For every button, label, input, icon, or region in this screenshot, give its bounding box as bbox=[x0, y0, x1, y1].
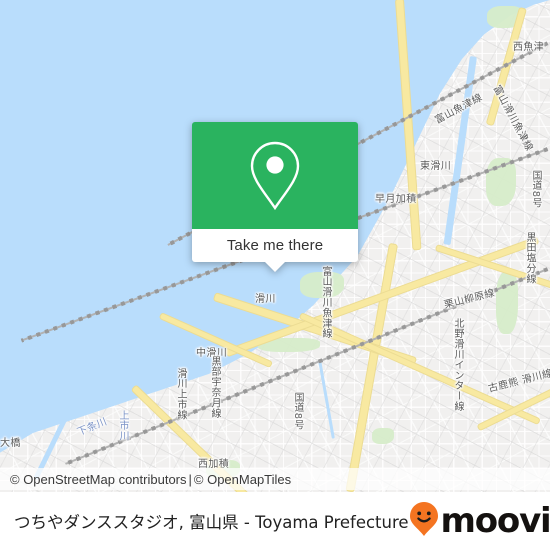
map-label: 早月加積 bbox=[375, 194, 417, 205]
map-page: 西魚津 富山魚津線 富山滑川魚津線 東滑川 早月加積 国道8号 黒田塩分線 栗山柳原線 北野滑川… bbox=[0, 0, 550, 550]
map-label: 滑川上市線 bbox=[175, 368, 186, 420]
map-label: 黒部宇奈月線 bbox=[209, 356, 220, 419]
page-footer: つちやダンススタジオ, 富山県 - Toyama Prefecture moov… bbox=[0, 492, 550, 550]
map-label: 黒田塩分線 bbox=[524, 232, 535, 284]
map-canvas[interactable]: 西魚津 富山魚津線 富山滑川魚津線 東滑川 早月加積 国道8号 黒田塩分線 栗山柳原線 北野滑川… bbox=[0, 0, 550, 492]
map-label: 国道8号 bbox=[292, 392, 303, 430]
location-popup-card[interactable]: Take me there bbox=[192, 122, 358, 272]
moovit-smiley-pin-icon bbox=[409, 501, 439, 542]
take-me-there-button[interactable]: Take me there bbox=[192, 229, 358, 262]
map-label: 富山滑川魚津線 bbox=[320, 266, 331, 339]
map-label: 上市川 bbox=[117, 410, 128, 442]
attribution-tiles[interactable]: © OpenMapTiles bbox=[194, 472, 291, 487]
moovit-wordmark: moovit bbox=[440, 501, 550, 541]
map-label: 東滑川 bbox=[420, 161, 452, 172]
map-attribution: © OpenStreetMap contributors | © OpenMap… bbox=[0, 468, 550, 490]
map-label: 北野滑川インター線 bbox=[452, 318, 463, 412]
map-label: 国道8号 bbox=[530, 170, 541, 208]
moovit-logo[interactable]: moovit bbox=[409, 501, 550, 542]
page-title: つちやダンススタジオ, 富山県 - Toyama Prefecture bbox=[14, 513, 409, 532]
park-area bbox=[372, 428, 394, 444]
popup-header bbox=[192, 122, 358, 229]
map-label: 大橋 bbox=[0, 438, 21, 449]
attribution-separator: | bbox=[188, 471, 192, 487]
map-label: 西魚津 bbox=[513, 42, 545, 53]
map-pin-icon bbox=[247, 139, 303, 213]
attribution-osm[interactable]: © OpenStreetMap contributors bbox=[10, 472, 187, 487]
map-label: 滑川 bbox=[255, 294, 276, 305]
popup-pointer-tail bbox=[265, 262, 285, 272]
